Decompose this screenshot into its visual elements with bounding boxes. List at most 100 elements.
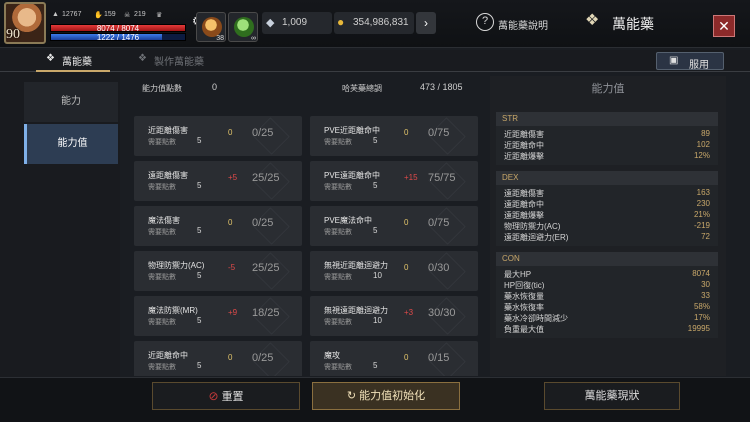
ability-bonus: +9 <box>228 308 238 317</box>
ability-name: 魔攻 <box>324 351 340 360</box>
gold-coin-icon: ● <box>337 15 345 29</box>
need-points-label: 需要點數 <box>148 319 176 326</box>
help-label[interactable]: 萬能藥說明 <box>498 17 548 32</box>
help-icon[interactable]: ? <box>476 13 494 31</box>
elixir-emblem-icon: ❖ <box>585 12 600 29</box>
reset-button-label: 重置 <box>221 391 244 403</box>
ability-cell[interactable]: PVE魔法命中 需要點數 5 0 0/75 <box>310 206 478 246</box>
stat-key: 遠距離爆擊 <box>504 211 544 220</box>
need-points-value: 5 <box>373 226 378 235</box>
ability-cell[interactable]: PVE近距離命中 需要點數 5 0 0/75 <box>310 116 478 156</box>
need-points-label: 需要點數 <box>324 364 352 371</box>
top-bar: 90 ▲ 12767 ✋ 159 ☠ 219 ♛ 8074 / 8074 122… <box>0 0 750 48</box>
need-points-value: 10 <box>373 316 382 325</box>
gold-value: 354,986,831 <box>353 17 409 28</box>
stat-value: 21% <box>693 210 710 219</box>
stat-c: 219 <box>134 11 146 18</box>
elixir-status-button[interactable]: 萬能藥現狀 <box>544 382 680 410</box>
ability-bonus: 0 <box>404 353 409 362</box>
stat-value: 102 <box>696 140 710 149</box>
need-points-value: 5 <box>373 136 378 145</box>
stat-key: HP回復(tic) <box>504 281 545 290</box>
initialize-stats-button[interactable]: ↻ 能力值初始化 <box>312 382 460 410</box>
need-points-label: 需要點數 <box>324 229 352 236</box>
ability-cell[interactable]: 近距離傷害 需要點數 5 0 0/25 <box>134 116 302 156</box>
ability-cell[interactable]: 物理防禦力(AC) 需要點數 5 -5 25/25 <box>134 251 302 291</box>
need-points-label: 需要點數 <box>324 319 352 326</box>
ability-progress: 25/25 <box>252 172 280 184</box>
tab-elixir[interactable]: 萬能藥 <box>62 53 92 68</box>
stat-group-header: STR <box>496 112 718 126</box>
ability-progress: 75/75 <box>428 172 456 184</box>
ability-bonus: 0 <box>228 128 233 137</box>
slot-count: ∞ <box>251 35 256 42</box>
nav-ability[interactable]: 能力 <box>24 82 118 122</box>
stat-b: 159 <box>104 11 116 18</box>
stat-key: 近距離傷害 <box>504 130 544 139</box>
ability-bonus: +3 <box>404 308 414 317</box>
points-summary: 能力值點數 0 哈芙藥總調 473 / 1805 <box>128 76 480 100</box>
stat-key: 遠距離傷害 <box>504 189 544 198</box>
ability-name: PVE近距離命中 <box>324 126 381 135</box>
stat-group-dex: DEX 遠距離傷害 163 遠距離命中 230 遠距離爆擊 21% 物理防禦力(AC) -219… <box>496 171 718 246</box>
stat-key: 藥水恢復率 <box>504 303 544 312</box>
gem-currency: ◆ 1,009 <box>262 12 332 34</box>
quick-slot-potion[interactable]: 38 <box>196 12 226 42</box>
leaf-icon <box>234 17 254 37</box>
currency-arrow-button[interactable]: › <box>416 12 436 34</box>
player-level: 90 <box>6 27 20 42</box>
close-button[interactable]: ✕ <box>713 15 735 37</box>
ability-name: 無視遠距離迴避力 <box>324 306 388 315</box>
stat-value: 163 <box>696 188 710 197</box>
stats-title: 能力值 <box>591 83 625 95</box>
ability-progress: 25/25 <box>252 262 280 274</box>
need-points-value: 5 <box>197 271 202 280</box>
ability-cell[interactable]: PVE遠距離命中 需要點數 5 +15 75/75 <box>310 161 478 201</box>
stat-group-name: STR <box>502 114 518 123</box>
gem-icon: ◆ <box>266 17 275 29</box>
exp-label: 哈芙藥總調 <box>342 84 382 93</box>
stat-key: 物理防禦力(AC) <box>504 222 561 231</box>
ability-name: 物理防禦力(AC) <box>148 261 205 270</box>
need-points-label: 需要點數 <box>148 274 176 281</box>
tab-craft-elixir[interactable]: 製作萬能藥 <box>154 53 204 68</box>
tabs-row: ❖ 萬能藥 ❖ 製作萬能藥 <box>0 50 750 72</box>
ability-name: 近距離傷害 <box>148 126 188 135</box>
stat-key: 藥水恢復量 <box>504 292 544 301</box>
stat-value: 230 <box>696 199 710 208</box>
ability-bonus: 0 <box>404 263 409 272</box>
ability-cell[interactable]: 魔法傷害 需要點數 5 0 0/25 <box>134 206 302 246</box>
reset-button[interactable]: ⊘ 重置 <box>152 382 300 410</box>
stat-key: 遠距離迴避力(ER) <box>504 233 569 242</box>
ability-progress: 0/25 <box>252 352 274 364</box>
ability-progress: 18/25 <box>252 307 280 319</box>
stat-group-name: DEX <box>502 173 519 182</box>
ability-cell[interactable]: 魔攻 需要點數 5 0 0/15 <box>310 341 478 376</box>
points-value: 0 <box>212 82 218 92</box>
ability-progress: 0/25 <box>252 127 274 139</box>
tab-elixir-icon: ❖ <box>46 53 55 64</box>
stat-b-icon: ✋ <box>94 12 103 19</box>
nav-ability-value[interactable]: 能力值 <box>24 124 118 164</box>
need-points-label: 需要點數 <box>148 229 176 236</box>
stat-row: 遠距離傷害 163 <box>496 188 718 199</box>
ability-cell[interactable]: 無視近距離迴避力 需要點數 10 0 0/30 <box>310 251 478 291</box>
ability-cell[interactable]: 遠距離傷害 需要點數 5 +5 25/25 <box>134 161 302 201</box>
use-icon: ▣ <box>669 55 679 66</box>
stat-value: -219 <box>693 221 710 230</box>
exp-value: 473 / 1805 <box>420 82 463 92</box>
stat-key: 遠距離命中 <box>504 200 544 209</box>
need-points-value: 10 <box>373 271 382 280</box>
use-button[interactable]: ▣ 服用 <box>656 52 724 71</box>
stat-value: 30 <box>701 280 710 289</box>
stat-row: 藥水恢復量 33 <box>496 291 718 302</box>
need-points-label: 需要點數 <box>324 274 352 281</box>
ability-cell[interactable]: 魔法防禦(MR) 需要點數 5 +9 18/25 <box>134 296 302 336</box>
ability-name: 無視近距離迴避力 <box>324 261 388 270</box>
stat-value: 8074 <box>692 269 710 278</box>
stat-row: 最大HP 8074 <box>496 269 718 280</box>
ability-cell[interactable]: 無視遠距離迴避力 需要點數 10 +3 30/30 <box>310 296 478 336</box>
ability-progress: 0/25 <box>252 217 274 229</box>
quick-slot-leaf[interactable]: ∞ <box>228 12 258 42</box>
ability-cell[interactable]: 近距離命中 需要點數 5 0 0/25 <box>134 341 302 376</box>
